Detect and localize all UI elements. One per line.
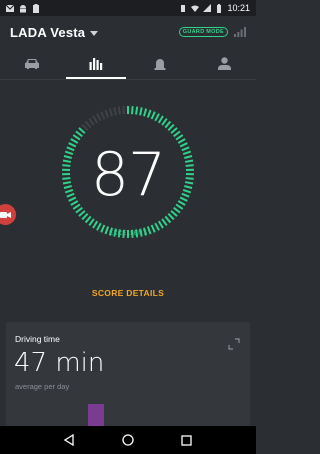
gauge-segment (170, 127, 178, 134)
home-button[interactable] (120, 432, 136, 448)
gauge-segment (173, 130, 181, 138)
alarm-bell-icon (154, 59, 166, 70)
status-bar: 10:21 (0, 0, 256, 16)
gauge-segment (164, 215, 172, 224)
gauge-segment (175, 134, 184, 141)
tab-alarm[interactable] (128, 48, 192, 79)
vibrate-icon (181, 4, 186, 12)
gauge-segment (154, 222, 160, 231)
gauge-segment (88, 118, 95, 126)
gauge-segment (164, 120, 172, 129)
gauge-segment (139, 107, 143, 116)
mail-icon (6, 4, 14, 12)
gauge-segment (154, 113, 160, 122)
video-camera-icon (0, 211, 11, 218)
chevron-down-icon[interactable] (90, 30, 99, 36)
gauge-segment (81, 123, 89, 131)
person-icon (217, 57, 231, 70)
gauge-segment (78, 127, 86, 134)
navigation-bar (0, 426, 256, 454)
gauge-segment (72, 134, 81, 141)
gauge-segment (167, 123, 175, 131)
gauge-segment (88, 218, 95, 226)
wifi-icon (191, 4, 200, 12)
tab-profile[interactable] (192, 48, 256, 79)
card-title: Driving time (15, 334, 60, 344)
signal-strength-icon (234, 27, 246, 37)
score-rating-label: EXCELLENT (109, 231, 147, 237)
gauge-segment (84, 120, 92, 129)
gauge-segment (157, 115, 164, 124)
gauge-segment (131, 106, 134, 115)
driving-time-value: 47 min (14, 348, 105, 378)
gauge-segment (150, 111, 156, 120)
bar-chart-icon (89, 58, 103, 70)
cell-signal-icon (203, 3, 212, 12)
gauge-segment (92, 220, 99, 229)
gauge-segment (135, 106, 139, 115)
gauge-segment (167, 213, 175, 221)
gauge-segment (146, 109, 152, 118)
gauge-segment (96, 113, 102, 122)
gauge-segment (122, 106, 125, 115)
gauge-segment (161, 118, 168, 126)
back-triangle-icon (64, 434, 74, 446)
clipboard-icon (33, 3, 39, 13)
recents-button[interactable] (179, 432, 195, 448)
gauge-segment (143, 108, 148, 117)
driving-time-card[interactable]: Driving time 47 min average per day (6, 322, 250, 426)
dashcam-button[interactable] (0, 204, 16, 225)
android-icon (20, 4, 26, 12)
gauge-segment (75, 130, 83, 138)
gauge-segment (177, 138, 186, 144)
gauge-segment (70, 138, 79, 144)
gauge-segment (173, 206, 181, 214)
driving-time-bar (88, 404, 104, 426)
gauge-segment (78, 210, 86, 217)
gauge-segment (100, 111, 106, 120)
gauge-segment (161, 218, 168, 226)
gauge-segment (96, 222, 102, 231)
gauge-segment (75, 206, 83, 214)
score-value: 87 (90, 140, 166, 210)
vehicle-selector[interactable]: LADA Vesta (10, 25, 85, 40)
battery-icon (217, 3, 222, 13)
expand-icon[interactable] (228, 338, 240, 350)
tab-bar (0, 48, 256, 80)
back-button[interactable] (61, 432, 77, 448)
gauge-segment (72, 203, 81, 210)
clock: 10:21 (227, 3, 250, 13)
gauge-segment (84, 215, 92, 224)
score-details-button[interactable]: SCORE DETAILS (0, 288, 256, 298)
recents-square-icon (181, 434, 192, 446)
gauge-segment (175, 203, 184, 210)
gauge-segment (92, 115, 99, 124)
car-icon (25, 58, 39, 69)
score-panel: 87 EXCELLENT SCORE DETAILS (0, 80, 256, 310)
gauge-segment (108, 108, 113, 117)
card-subtitle: average per day (15, 382, 70, 391)
gauge-segment (113, 107, 117, 116)
app-bar: LADA Vesta GUARD MODE (0, 16, 256, 48)
gauge-segment (117, 106, 121, 115)
gauge-segment (104, 109, 110, 118)
tab-stats[interactable] (64, 48, 128, 79)
gauge-segment (81, 213, 89, 221)
gauge-segment (170, 210, 178, 217)
home-circle-icon (122, 434, 134, 446)
tab-car[interactable] (0, 48, 64, 79)
guard-mode-badge[interactable]: GUARD MODE (178, 27, 228, 37)
gauge-segment (157, 220, 164, 229)
